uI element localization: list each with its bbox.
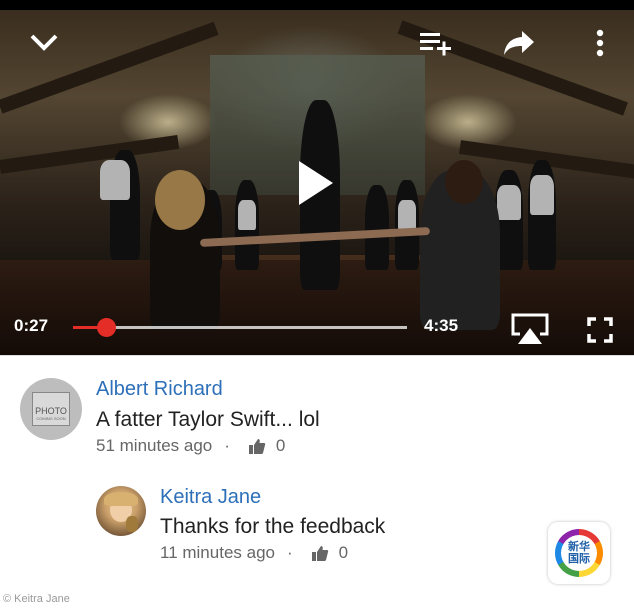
footer [0,591,634,609]
duration: 4:35 [424,316,459,335]
watermark-line1: 新华 [568,541,590,553]
comment-author[interactable]: Keitra Jane [160,486,261,509]
avatar-label: PHOTO [35,406,67,416]
current-time: 0:27 [14,316,49,335]
more-vert-icon[interactable] [588,26,612,60]
watermark-line2: 国际 [568,553,590,565]
share-icon[interactable] [498,24,540,62]
like-count: 0 [338,543,349,562]
like-count: 0 [275,436,286,455]
chevron-down-icon[interactable] [24,24,64,60]
comment-meta: 11 minutes ago · 0 [160,543,348,563]
comment-text: Thanks for the feedback [160,515,386,538]
comment-meta: 51 minutes ago · 0 [96,436,285,456]
separator-dot: · [224,436,230,455]
watermark-logo: 新华 国际 [548,522,610,584]
comment-text: A fatter Taylor Swift... lol [96,408,320,431]
avatar-sublabel: COMING SOON [36,416,66,421]
comment-time: 11 minutes ago [160,543,275,562]
playlist-add-icon[interactable] [416,26,456,60]
separator-dot: · [286,543,293,562]
play-icon [299,161,333,205]
comment-time: 51 minutes ago [96,436,213,455]
divider [0,355,634,356]
status-bar [0,0,634,10]
thumb-up-icon[interactable] [311,544,329,562]
fullscreen-icon[interactable] [584,314,616,346]
comment-author[interactable]: Albert Richard [96,378,223,401]
seek-bar-thumb[interactable] [96,318,116,337]
avatar[interactable]: PHOTO COMING SOON [20,378,82,440]
video-player[interactable]: 0:27 4:35 [0,10,634,355]
thumb-up-icon[interactable] [248,437,266,455]
airplay-icon[interactable] [508,310,552,348]
seek-bar[interactable] [73,318,407,337]
play-button[interactable] [285,153,345,213]
photo-credit: © Keitra Jane [3,593,70,605]
avatar[interactable] [96,486,146,536]
